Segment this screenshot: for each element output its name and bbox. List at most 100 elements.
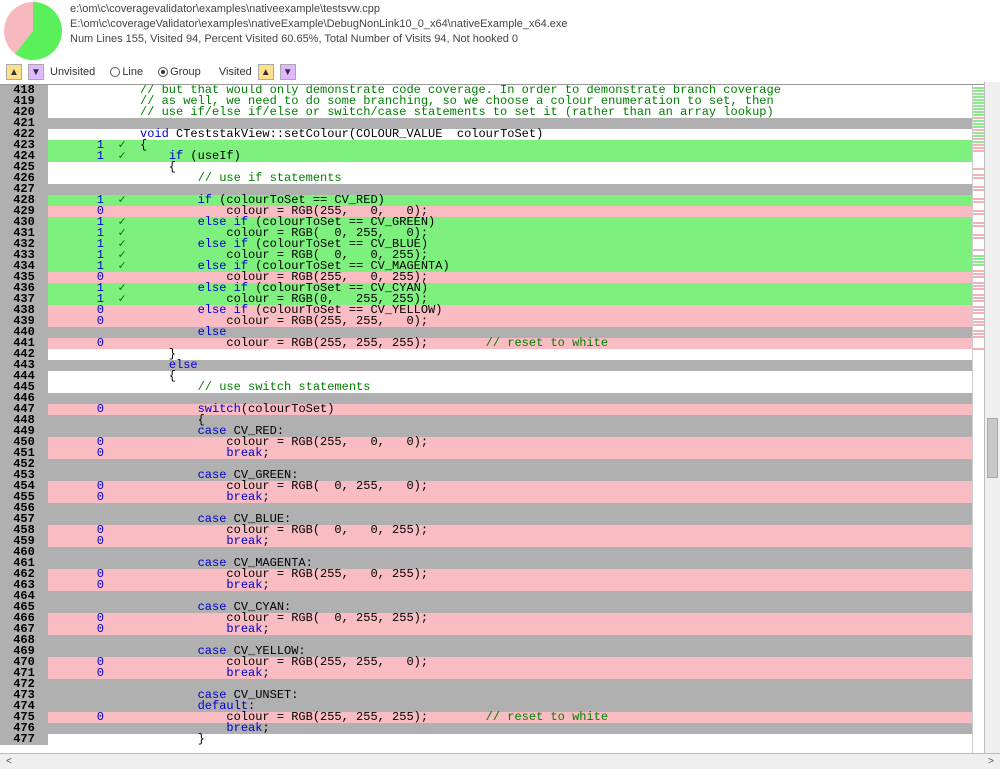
code-text: if (useIf) — [136, 151, 972, 162]
visited-check-icon — [108, 437, 136, 448]
code-text: } — [136, 734, 972, 745]
code-text: colour = RGB(255, 255, 0); — [136, 316, 972, 327]
visited-check-icon — [108, 470, 136, 481]
next-visited-button[interactable]: ▼ — [280, 64, 296, 80]
line-number: 477 — [0, 734, 48, 745]
scroll-left-icon[interactable]: < — [2, 756, 16, 767]
code-row[interactable]: 477 } — [0, 734, 972, 745]
visited-check-icon — [108, 382, 136, 393]
code-row[interactable]: 4710 break; — [0, 668, 972, 679]
visited-check-icon — [108, 569, 136, 580]
visited-check-icon — [108, 602, 136, 613]
visit-count — [48, 107, 108, 118]
visited-check-icon: ✓ — [108, 261, 136, 272]
prev-unvisited-button[interactable]: ▲ — [6, 64, 22, 80]
visit-count — [48, 459, 108, 470]
scrollbar-thumb[interactable] — [987, 418, 998, 478]
visited-check-icon — [108, 415, 136, 426]
next-unvisited-button[interactable]: ▼ — [28, 64, 44, 80]
visited-check-icon: ✓ — [108, 294, 136, 305]
visit-count — [48, 415, 108, 426]
vertical-scrollbar[interactable] — [984, 82, 1000, 753]
code-text: colour = RGB(255, 255, 255); // reset to… — [136, 338, 972, 349]
visited-check-icon — [108, 679, 136, 690]
code-text: } — [136, 349, 972, 360]
visited-check-icon — [108, 85, 136, 96]
viewer: 418// but that would only demonstrate co… — [0, 84, 1000, 755]
visit-count — [48, 173, 108, 184]
visit-count: 1 — [48, 151, 108, 162]
visited-check-icon: ✓ — [108, 195, 136, 206]
visited-check-icon — [108, 580, 136, 591]
visit-count: 0 — [48, 316, 108, 327]
visit-count — [48, 734, 108, 745]
visit-count — [48, 118, 108, 129]
visited-check-icon — [108, 701, 136, 712]
visited-check-icon — [108, 514, 136, 525]
code-text: break; — [136, 580, 972, 591]
visited-check-icon — [108, 558, 136, 569]
code-text: break; — [136, 624, 972, 635]
visit-count — [48, 679, 108, 690]
visited-check-icon — [108, 712, 136, 723]
code-text: break; — [136, 536, 972, 547]
unvisited-label: Unvisited — [50, 66, 95, 78]
scroll-right-icon[interactable]: > — [984, 756, 998, 767]
code-text: break; — [136, 723, 972, 734]
visited-check-icon — [108, 503, 136, 514]
mode-group-radio[interactable]: Group — [158, 66, 201, 78]
visited-check-icon — [108, 547, 136, 558]
header: e:\om\c\coveragevalidator\examples\nativ… — [0, 0, 1000, 62]
visit-count: 0 — [48, 712, 108, 723]
visited-check-icon — [108, 613, 136, 624]
code-row[interactable]: 445 // use switch statements — [0, 382, 972, 393]
visit-count: 0 — [48, 580, 108, 591]
visited-check-icon — [108, 316, 136, 327]
code-row[interactable]: 4630 break; — [0, 580, 972, 591]
visited-check-icon — [108, 536, 136, 547]
code-text: break; — [136, 448, 972, 459]
visit-count — [48, 382, 108, 393]
horizontal-scrollbar[interactable]: < > — [0, 753, 1000, 769]
code-row[interactable]: 420// use if/else if/else or switch/case… — [0, 107, 972, 118]
visited-check-icon — [108, 426, 136, 437]
visited-check-icon — [108, 173, 136, 184]
visit-count: 0 — [48, 404, 108, 415]
visited-check-icon — [108, 371, 136, 382]
visit-count — [48, 503, 108, 514]
visited-check-icon — [108, 404, 136, 415]
mode-line-radio[interactable]: Line — [110, 66, 143, 78]
visited-check-icon — [108, 525, 136, 536]
code-text: // use switch statements — [136, 382, 972, 393]
visit-count: 0 — [48, 492, 108, 503]
code-text: else — [136, 360, 972, 371]
visited-check-icon — [108, 591, 136, 602]
code-row[interactable]: 426 // use if statements — [0, 173, 972, 184]
visited-check-icon — [108, 481, 136, 492]
source-path: e:\om\c\coveragevalidator\examples\nativ… — [70, 2, 568, 17]
code-row[interactable]: 4670 break; — [0, 624, 972, 635]
visit-count — [48, 591, 108, 602]
visit-count: 0 — [48, 448, 108, 459]
code-text: case CV_UNSET: — [136, 690, 972, 701]
code-text: void CTeststakView::setColour(COLOUR_VAL… — [136, 129, 972, 140]
visited-check-icon — [108, 690, 136, 701]
visited-check-icon — [108, 459, 136, 470]
code-row[interactable]: 4550 break; — [0, 492, 972, 503]
visit-count — [48, 371, 108, 382]
visited-check-icon: ✓ — [108, 151, 136, 162]
coverage-stats: Num Lines 155, Visited 94, Percent Visit… — [70, 32, 568, 47]
visit-count: 0 — [48, 668, 108, 679]
code-row[interactable]: 4510 break; — [0, 448, 972, 459]
visit-count — [48, 547, 108, 558]
visit-count — [48, 360, 108, 371]
code-pane[interactable]: 418// but that would only demonstrate co… — [0, 85, 972, 755]
visited-label: Visited — [219, 66, 252, 78]
visited-check-icon — [108, 657, 136, 668]
visit-count — [48, 349, 108, 360]
code-row[interactable]: 4590 break; — [0, 536, 972, 547]
prev-visited-button[interactable]: ▲ — [258, 64, 274, 80]
visited-check-icon — [108, 327, 136, 338]
visited-check-icon — [108, 360, 136, 371]
visited-check-icon — [108, 107, 136, 118]
